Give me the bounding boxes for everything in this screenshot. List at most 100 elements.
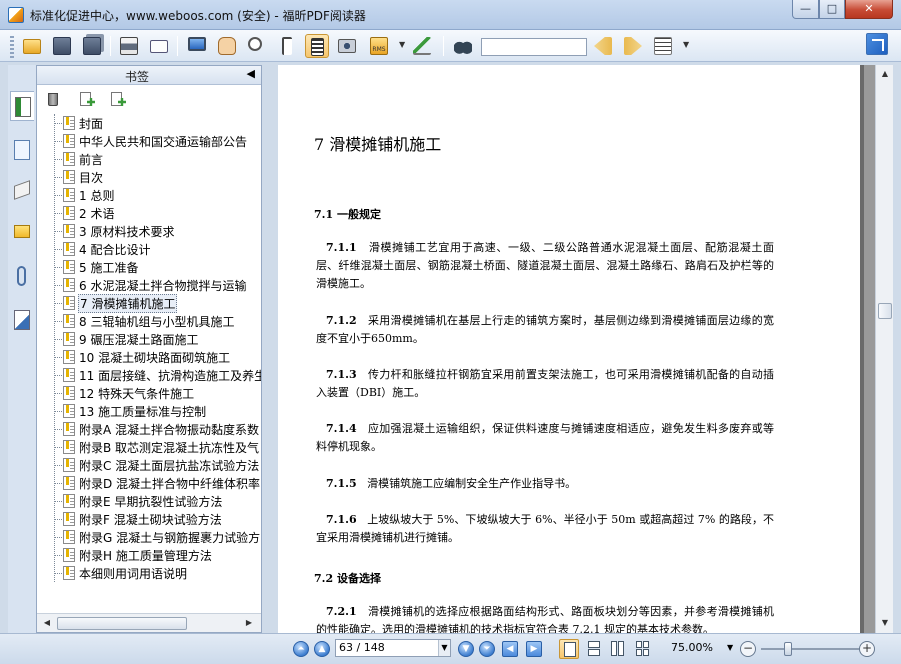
bookmark-item[interactable]: 3 原材料技术要求 — [37, 222, 261, 240]
collapse-panel-button[interactable]: ◀ — [247, 67, 255, 80]
tab-attachments[interactable] — [10, 261, 34, 291]
bookmark-item[interactable]: 12 特殊天气条件施工 — [37, 384, 261, 402]
clause-number: 7.1.2 — [326, 314, 357, 327]
previous-page-button[interactable]: ▲ — [314, 641, 330, 657]
zoom-dropdown-icon[interactable]: ▼ — [727, 643, 733, 652]
bookmark-icon — [63, 530, 75, 544]
bookmark-item[interactable]: 附录A 混凝土拌合物振动黏度系数 — [37, 420, 261, 438]
bookmark-item[interactable]: 1 总则 — [37, 186, 261, 204]
vertical-scroll-thumb[interactable] — [878, 303, 892, 319]
bookmark-item[interactable]: 目次 — [37, 168, 261, 186]
tab-comments[interactable] — [10, 217, 34, 247]
zoom-slider-track[interactable] — [761, 648, 859, 650]
email-button[interactable] — [147, 34, 171, 58]
bookmark-item[interactable]: 中华人民共和国交通运输部公告 — [37, 132, 261, 150]
bookmark-item[interactable]: 11 面层接缝、抗滑构造施工及养生 — [37, 366, 261, 384]
horizontal-scroll-thumb[interactable] — [57, 617, 187, 630]
fullscreen-button[interactable] — [185, 34, 209, 58]
scroll-right-button[interactable]: ▶ — [241, 616, 257, 630]
bookmark-item[interactable]: 4 配合比设计 — [37, 240, 261, 258]
zoom-out-button[interactable]: − — [740, 641, 756, 657]
sign-icon — [413, 37, 431, 55]
go-forward-button[interactable]: ▶ — [526, 641, 542, 657]
bookmark-horizontal-scrollbar[interactable]: ◀ ▶ — [37, 613, 261, 632]
bookmark-item[interactable]: 封面 — [37, 114, 261, 132]
page-dropdown-icon[interactable]: ▼ — [438, 640, 450, 656]
tab-bookmarks[interactable] — [10, 91, 34, 121]
single-page-icon — [564, 642, 576, 657]
bookmark-label: 附录F 混凝土砌块试验方法 — [79, 513, 222, 527]
find-next-button[interactable] — [621, 34, 645, 58]
select-tool-button[interactable] — [275, 34, 299, 58]
bookmark-item[interactable]: 7 滑模摊铺机施工 — [37, 294, 261, 313]
bookmark-icon — [63, 296, 75, 310]
save-as-button[interactable] — [80, 34, 104, 58]
clause-paragraph: 7.1.1 滑模摊铺工艺宜用于高速、一级、二级公路普通水泥混凝土面层、配筋混凝土… — [316, 239, 774, 293]
bookmark-label: 4 配合比设计 — [79, 243, 151, 257]
find-previous-button[interactable] — [591, 34, 615, 58]
toolbar-grip[interactable] — [10, 36, 14, 58]
page-number-field[interactable]: 63 / 148 ▼ — [335, 639, 451, 657]
rms-dropdown-icon[interactable]: ▼ — [399, 40, 405, 49]
continuous-facing-view-button[interactable] — [633, 639, 653, 659]
rms-button[interactable]: RMS — [367, 34, 391, 58]
scroll-down-button[interactable]: ▼ — [877, 615, 893, 631]
bookmark-icon — [63, 116, 75, 130]
bookmark-item[interactable]: 6 水泥混凝土拌合物搅拌与运输 — [37, 276, 261, 294]
zoom-level[interactable]: 75.00% — [671, 641, 713, 654]
facing-view-button[interactable] — [608, 639, 628, 659]
bookmark-item[interactable]: 附录F 混凝土砌块试验方法 — [37, 510, 261, 528]
single-page-view-button[interactable] — [559, 639, 579, 659]
search-input[interactable] — [481, 38, 587, 56]
hand-tool-button[interactable] — [215, 34, 239, 58]
find-button[interactable] — [451, 34, 475, 58]
first-page-button[interactable]: ⏶ — [293, 641, 309, 657]
panel-splitter[interactable] — [262, 65, 278, 633]
scroll-up-button[interactable]: ▲ — [877, 66, 893, 82]
find-options-button[interactable] — [651, 34, 675, 58]
find-options-dropdown-icon[interactable]: ▼ — [683, 40, 689, 49]
maximize-button[interactable]: □ — [819, 0, 845, 19]
bookmark-item[interactable]: 本细则用词用语说明 — [37, 564, 261, 582]
bookmark-item[interactable]: 附录H 施工质量管理方法 — [37, 546, 261, 564]
bookmark-icon — [63, 350, 75, 364]
zoom-slider-thumb[interactable] — [784, 642, 793, 656]
add-bookmark-icon[interactable] — [79, 91, 95, 107]
last-page-button[interactable]: ⏷ — [479, 641, 495, 657]
save-button[interactable] — [50, 34, 74, 58]
document-vertical-scrollbar[interactable]: ▲ ▼ — [875, 65, 893, 633]
bookmark-item[interactable]: 附录E 早期抗裂性试验方法 — [37, 492, 261, 510]
print-button[interactable] — [117, 34, 141, 58]
close-button[interactable]: ✕ — [845, 0, 893, 19]
document-view[interactable]: 7 滑模摊铺机施工 7.1 一般规定 7.1.1 滑模摊铺工艺宜用于高速、一级、… — [278, 65, 875, 633]
delete-bookmark-icon[interactable] — [45, 91, 61, 107]
open-button[interactable] — [20, 34, 44, 58]
zoom-tool-button[interactable] — [245, 34, 269, 58]
bookmark-item[interactable]: 10 混凝土砌块路面砌筑施工 — [37, 348, 261, 366]
continuous-view-button[interactable] — [584, 639, 604, 659]
expand-window-icon[interactable] — [866, 33, 888, 55]
bookmark-item[interactable]: 8 三辊轴机组与小型机具施工 — [37, 312, 261, 330]
next-page-button[interactable]: ▼ — [458, 641, 474, 657]
sign-button[interactable] — [410, 34, 434, 58]
tab-pages[interactable] — [10, 135, 34, 165]
text-select-button[interactable] — [305, 34, 329, 58]
add-child-bookmark-icon[interactable] — [110, 91, 126, 107]
bookmark-item[interactable]: 13 施工质量标准与控制 — [37, 402, 261, 420]
minimize-button[interactable]: — — [792, 0, 819, 19]
bookmark-item[interactable]: 附录B 取芯测定混凝土抗冻性及气 — [37, 438, 261, 456]
scroll-left-button[interactable]: ◀ — [39, 616, 55, 630]
bookmark-item[interactable]: 附录C 混凝土面层抗盐冻试验方法 — [37, 456, 261, 474]
bookmark-item[interactable]: 附录D 混凝土拌合物中纤维体积率 — [37, 474, 261, 492]
bookmark-item[interactable]: 附录G 混凝土与钢筋握裹力试验方 — [37, 528, 261, 546]
bookmark-item[interactable]: 2 术语 — [37, 204, 261, 222]
zoom-in-button[interactable]: + — [859, 641, 875, 657]
select-icon — [282, 37, 292, 55]
go-back-button[interactable]: ◀ — [502, 641, 518, 657]
snapshot-button[interactable] — [335, 34, 359, 58]
tab-signatures[interactable] — [10, 305, 34, 335]
bookmark-item[interactable]: 9 碾压混凝土路面施工 — [37, 330, 261, 348]
bookmark-item[interactable]: 前言 — [37, 150, 261, 168]
tab-layers[interactable] — [10, 175, 34, 205]
bookmark-item[interactable]: 5 施工准备 — [37, 258, 261, 276]
